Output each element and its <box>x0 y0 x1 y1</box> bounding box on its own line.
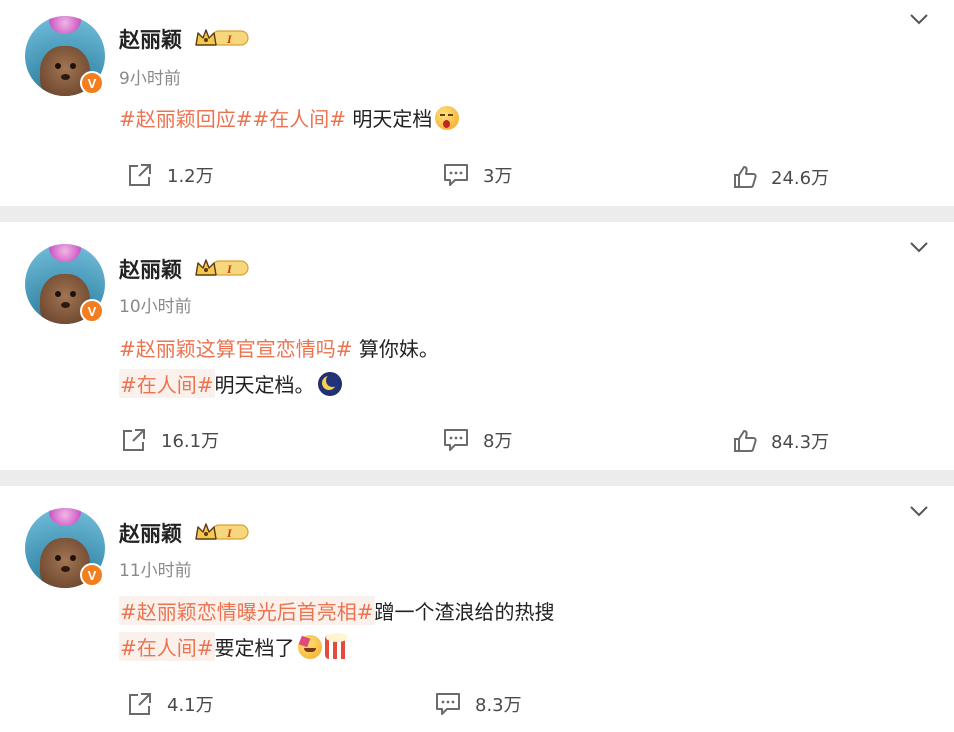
verified-icon: V <box>80 299 104 323</box>
post-text-line: #在人间# 明天定档。 <box>119 369 342 398</box>
crown-icon[interactable]: I <box>194 258 250 278</box>
post-card: V 赵丽颖 I 9小时前 #赵丽颖回应# #在人间# 明天定档 1.2万 3万 <box>0 0 954 206</box>
party-face-emoji <box>297 634 322 659</box>
comment-button[interactable]: 3万 <box>443 162 512 188</box>
post-text-line: #赵丽颖这算官宣恋情吗# 算你妹。 <box>119 333 439 362</box>
avatar-eye <box>55 555 61 561</box>
repost-count: 16.1万 <box>161 431 220 452</box>
topic-link[interactable]: #赵丽颖这算官宣恋情吗# <box>119 333 353 362</box>
chevron-down-icon[interactable] <box>908 502 930 520</box>
post-card: V 赵丽颖 I 10小时前 #赵丽颖这算官宣恋情吗# 算你妹。 #在人间# 明天… <box>0 222 954 470</box>
author-name[interactable]: 赵丽颖 <box>119 518 182 548</box>
post-text: 蹭一个渣浪给的热搜 <box>374 600 555 624</box>
like-icon <box>734 166 757 188</box>
comment-count: 8万 <box>483 431 513 452</box>
repost-icon <box>129 693 151 715</box>
post-timestamp[interactable]: 10小时前 <box>119 292 192 317</box>
verified-icon: V <box>80 71 104 95</box>
post-timestamp[interactable]: 9小时前 <box>119 64 181 89</box>
avatar-flower <box>49 16 81 34</box>
repost-count: 1.2万 <box>167 166 214 187</box>
avatar-nose <box>61 74 70 80</box>
topic-link[interactable]: #在人间# <box>119 369 215 398</box>
repost-icon <box>129 164 151 186</box>
repost-button[interactable]: 4.1万 <box>127 691 214 717</box>
comment-button[interactable]: 8万 <box>443 427 512 453</box>
chevron-down-icon[interactable] <box>908 238 930 256</box>
avatar-nose <box>61 302 70 308</box>
topic-link[interactable]: #在人间# <box>119 632 215 661</box>
post-card: V 赵丽颖 I 11小时前 #赵丽颖恋情曝光后首亮相# 蹭一个渣浪给的热搜 #在… <box>0 486 954 732</box>
post-text: 明天定档 <box>346 107 433 131</box>
like-button[interactable]: 24.6万 <box>733 164 829 190</box>
post-text: 要定档了 <box>214 636 295 660</box>
crown-icon[interactable]: I <box>194 28 250 48</box>
sleepy-face-emoji <box>435 105 460 130</box>
comment-count: 3万 <box>483 166 513 187</box>
like-count: 24.6万 <box>771 168 830 189</box>
moon-night-emoji <box>317 371 342 396</box>
comment-icon <box>444 164 468 186</box>
like-icon <box>734 430 757 452</box>
topic-link[interactable]: #赵丽颖恋情曝光后首亮相# <box>119 596 375 625</box>
repost-icon <box>123 429 145 451</box>
post-text-line: #赵丽颖回应# #在人间# 明天定档 <box>119 103 460 132</box>
avatar-eye <box>70 63 76 69</box>
like-count: 84.3万 <box>771 432 830 453</box>
repost-button[interactable]: 16.1万 <box>121 427 219 453</box>
topic-link[interactable]: #赵丽颖回应# <box>119 103 253 132</box>
repost-count: 4.1万 <box>167 695 214 716</box>
post-text: 明天定档。 <box>214 373 315 397</box>
post-text-line: #赵丽颖恋情曝光后首亮相# 蹭一个渣浪给的热搜 <box>119 596 555 625</box>
author-name[interactable]: 赵丽颖 <box>119 254 182 284</box>
avatar-eye <box>55 63 61 69</box>
post-timestamp[interactable]: 11小时前 <box>119 556 192 581</box>
author-name[interactable]: 赵丽颖 <box>119 24 182 54</box>
comment-count: 8.3万 <box>475 695 522 716</box>
verified-icon: V <box>80 563 104 587</box>
chevron-down-icon[interactable] <box>908 10 930 28</box>
avatar-nose <box>61 566 70 572</box>
comment-icon <box>444 429 468 451</box>
avatar-eye <box>70 555 76 561</box>
repost-button[interactable]: 1.2万 <box>127 162 214 188</box>
avatar-eye <box>55 291 61 297</box>
popcorn-emoji <box>324 632 349 659</box>
crown-icon[interactable]: I <box>194 522 250 542</box>
comment-icon <box>436 693 460 715</box>
topic-link[interactable]: #在人间# <box>253 103 347 132</box>
avatar-flower <box>49 508 81 526</box>
like-button[interactable]: 84.3万 <box>733 428 829 454</box>
avatar-flower <box>49 244 81 262</box>
comment-button[interactable]: 8.3万 <box>435 691 522 717</box>
post-text: 算你妹。 <box>352 337 439 361</box>
post-text-line: #在人间# 要定档了 <box>119 632 349 661</box>
avatar-eye <box>70 291 76 297</box>
